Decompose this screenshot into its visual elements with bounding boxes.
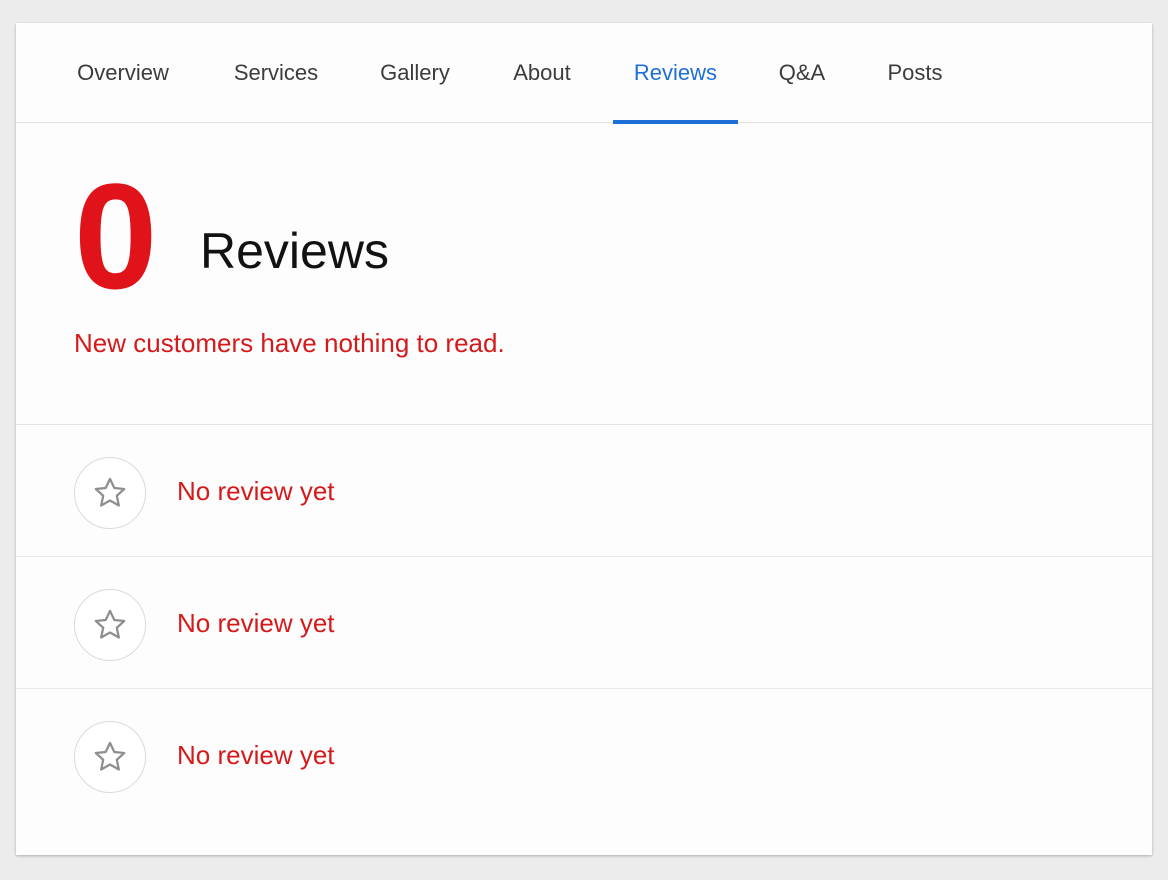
review-row: No review yet [16,557,1152,689]
review-placeholder-text: No review yet [177,740,335,770]
tab-gallery[interactable]: Gallery [362,23,468,123]
tab-posts[interactable]: Posts [866,23,964,123]
review-placeholder-text: No review yet [177,476,335,506]
star-outline-icon [74,589,146,661]
review-count: 0 [74,152,157,320]
reviews-heading: Reviews [200,223,389,279]
business-profile-card: Overview Services Gallery About Reviews … [16,23,1152,855]
tab-about[interactable]: About [492,23,592,123]
reviews-summary: 0 Reviews New customers have nothing to … [16,123,1152,425]
review-row: No review yet [16,689,1152,821]
review-row: No review yet [16,425,1152,557]
star-outline-icon [74,457,146,529]
tab-bar: Overview Services Gallery About Reviews … [16,23,1152,124]
tab-services[interactable]: Services [214,23,338,123]
tab-reviews[interactable]: Reviews [613,23,738,124]
star-outline-icon [74,721,146,793]
tab-overview[interactable]: Overview [58,23,188,123]
tab-qa[interactable]: Q&A [764,23,840,123]
review-list: No review yet No review yet No review ye… [16,425,1152,821]
review-placeholder-text: No review yet [177,608,335,638]
reviews-warning-message: New customers have nothing to read. [74,328,505,358]
